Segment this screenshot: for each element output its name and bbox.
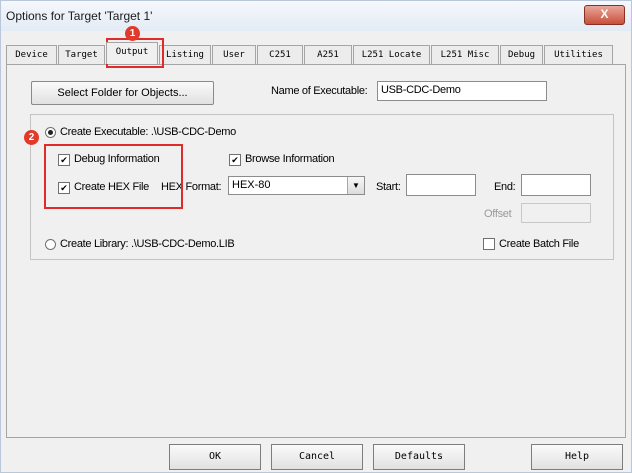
tab-device[interactable]: Device: [6, 45, 57, 64]
options-dialog: Options for Target 'Target 1' X Device T…: [0, 0, 632, 473]
help-button[interactable]: Help: [531, 444, 623, 470]
create-library-radio[interactable]: [45, 239, 56, 250]
hex-format-select[interactable]: HEX-80 ▼: [228, 176, 365, 195]
tab-c251[interactable]: C251: [257, 45, 303, 64]
close-button[interactable]: X: [584, 5, 625, 25]
step-badge-2: 2: [24, 130, 39, 145]
offset-input: [521, 203, 591, 223]
tab-listing[interactable]: Listing: [159, 45, 211, 64]
cancel-button[interactable]: Cancel: [271, 444, 363, 470]
hex-format-value: HEX-80: [232, 179, 271, 191]
chevron-down-icon[interactable]: ▼: [347, 177, 364, 194]
step-badge-1: 1: [125, 26, 140, 41]
create-executable-radio[interactable]: [45, 127, 56, 138]
browse-information-checkbox[interactable]: ✔: [229, 154, 241, 166]
tab-target[interactable]: Target: [58, 45, 105, 64]
tab-l251-misc[interactable]: L251 Misc: [431, 45, 499, 64]
tab-utilities[interactable]: Utilities: [544, 45, 613, 64]
start-input[interactable]: [406, 174, 476, 196]
tab-output[interactable]: Output: [106, 42, 158, 64]
tab-a251[interactable]: A251: [304, 45, 352, 64]
create-batch-checkbox[interactable]: [483, 238, 495, 250]
defaults-button[interactable]: Defaults: [373, 444, 465, 470]
window-title: Options for Target 'Target 1': [6, 9, 153, 23]
title-bar: Options for Target 'Target 1' X: [1, 1, 631, 31]
select-folder-button[interactable]: Select Folder for Objects...: [31, 81, 214, 105]
tab-l251-locate[interactable]: L251 Locate: [353, 45, 430, 64]
end-input[interactable]: [521, 174, 591, 196]
start-label: Start:: [376, 181, 401, 193]
create-executable-label: Create Executable: .\USB-CDC-Demo: [60, 126, 236, 138]
browse-information-label: Browse Information: [245, 153, 335, 165]
create-library-label: Create Library: .\USB-CDC-Demo.LIB: [60, 238, 235, 250]
create-batch-label: Create Batch File: [499, 238, 579, 250]
offset-label: Offset: [484, 208, 512, 220]
ok-button[interactable]: OK: [169, 444, 261, 470]
name-executable-label: Name of Executable:: [271, 85, 368, 97]
name-executable-input[interactable]: USB-CDC-Demo: [377, 81, 547, 101]
tab-debug[interactable]: Debug: [500, 45, 543, 64]
end-label: End:: [494, 181, 516, 193]
options-highlight: [44, 144, 183, 209]
tab-user[interactable]: User: [212, 45, 256, 64]
